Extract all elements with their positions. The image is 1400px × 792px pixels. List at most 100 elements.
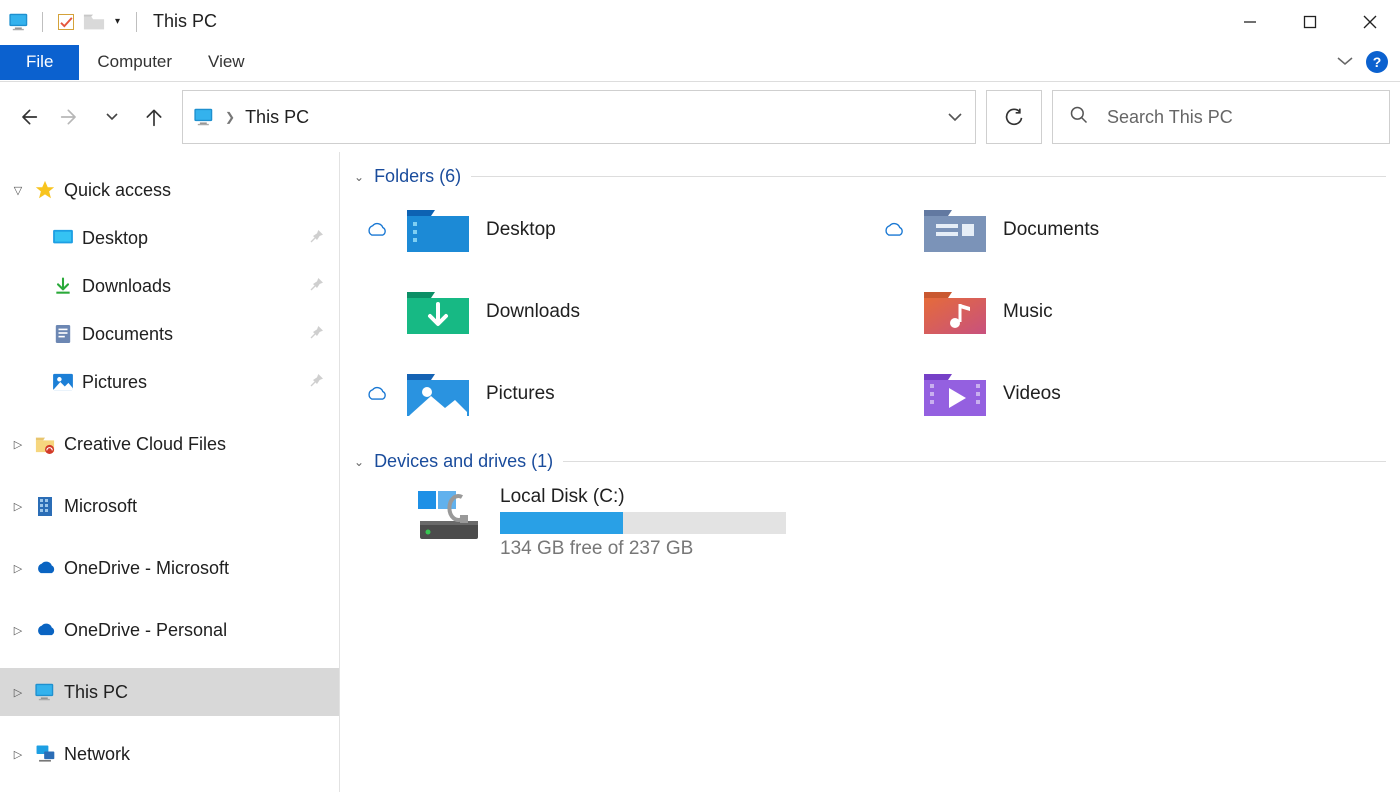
maximize-button[interactable] [1280,0,1340,44]
drive-icon [414,486,486,546]
sidebar-item-label: This PC [64,682,128,703]
refresh-button[interactable] [986,90,1042,144]
chevron-right-icon[interactable]: ▷ [10,438,26,451]
window-controls [1220,0,1400,44]
quick-access-folder-icon[interactable] [83,11,105,33]
folder-item-desktop[interactable]: Desktop [362,203,869,257]
onedrive-icon [34,619,56,641]
folder-name: Pictures [486,383,555,405]
sidebar-item-label: Microsoft [64,496,137,517]
divider [471,176,1386,177]
tab-view[interactable]: View [190,45,263,80]
chevron-down-icon[interactable]: ⌄ [354,170,364,184]
title-bar: ▾ This PC [0,0,1400,44]
sidebar-item-onedrive-personal[interactable]: ▷ OneDrive - Personal [0,606,339,654]
sidebar-item-label: Documents [82,324,173,345]
chevron-right-icon[interactable]: ▷ [10,562,26,575]
sidebar-item-documents[interactable]: Documents [0,310,339,358]
folder-name: Videos [1003,383,1061,405]
drive-free-text: 134 GB free of 237 GB [500,538,786,560]
address-history-dropdown[interactable] [935,91,975,143]
this-pc-icon [34,681,56,703]
folder-item-downloads[interactable]: Downloads [362,285,869,339]
tab-computer[interactable]: Computer [79,45,190,80]
up-button[interactable] [144,106,164,128]
address-bar[interactable]: ❯ This PC [182,90,976,144]
drive-usage-fill [500,512,623,534]
folder-item-music[interactable]: Music [879,285,1386,339]
cloud-icon [362,386,390,402]
drive-item-local-c[interactable]: Local Disk (C:) 134 GB free of 237 GB [354,476,1386,560]
forward-button[interactable] [60,106,80,128]
sidebar-item-microsoft[interactable]: ▷ Microsoft [0,482,339,530]
chevron-right-icon[interactable]: ▷ [10,500,26,513]
ribbon-expand-icon[interactable] [1336,54,1354,71]
search-box[interactable] [1052,90,1390,144]
help-button[interactable]: ? [1366,51,1388,73]
folder-item-videos[interactable]: Videos [879,367,1386,421]
quick-access-properties-icon[interactable] [55,11,77,33]
group-header-label: Folders (6) [374,166,461,187]
pin-icon [309,324,325,345]
quick-access-menu-caret-icon[interactable]: ▾ [111,16,124,27]
sidebar-item-creative-cloud[interactable]: ▷ Creative Cloud Files [0,420,339,468]
sidebar-item-label: Downloads [82,276,171,297]
minimize-button[interactable] [1220,0,1280,44]
search-icon [1069,105,1089,129]
documents-folder-icon [921,203,989,257]
pin-icon [309,228,325,249]
sidebar-item-label: OneDrive - Microsoft [64,558,229,579]
separator [42,12,43,32]
back-button[interactable] [18,106,38,128]
navigation-pane: ▽ Quick access Desktop Downloads [0,152,340,792]
drive-usage-bar [500,512,786,534]
sidebar-item-onedrive-microsoft[interactable]: ▷ OneDrive - Microsoft [0,544,339,592]
downloads-folder-icon [404,285,472,339]
sidebar-item-network[interactable]: ▷ Network [0,730,339,778]
chevron-right-icon[interactable]: ▷ [10,748,26,761]
chevron-right-icon[interactable]: ▷ [10,624,26,637]
folder-item-pictures[interactable]: Pictures [362,367,869,421]
drive-name: Local Disk (C:) [500,486,786,508]
building-icon [34,495,56,517]
group-header-devices[interactable]: ⌄ Devices and drives (1) [354,451,1386,472]
separator [136,12,137,32]
pictures-icon [52,371,74,393]
close-button[interactable] [1340,0,1400,44]
chevron-down-icon[interactable]: ⌄ [354,455,364,469]
divider [563,461,1386,462]
sidebar-quick-access[interactable]: ▽ Quick access [0,166,339,214]
chevron-down-icon[interactable]: ▽ [10,184,26,197]
search-input[interactable] [1107,107,1389,128]
folder-name: Documents [1003,219,1099,241]
sidebar-item-downloads[interactable]: Downloads [0,262,339,310]
group-header-folders[interactable]: ⌄ Folders (6) [354,166,1386,187]
history-dropdown[interactable] [102,112,122,122]
group-header-label: Devices and drives (1) [374,451,553,472]
sidebar-item-this-pc[interactable]: ▷ This PC [0,668,339,716]
desktop-folder-icon [404,203,472,257]
sidebar-item-label: Network [64,744,130,765]
folder-item-documents[interactable]: Documents [879,203,1386,257]
breadcrumb-chevron-icon[interactable]: ❯ [225,110,235,124]
pin-icon [309,372,325,393]
this-pc-icon [193,106,215,128]
documents-icon [52,323,74,345]
sidebar-item-label: Quick access [64,180,171,201]
breadcrumb-location[interactable]: This PC [245,107,309,128]
folder-name: Downloads [486,301,580,323]
download-icon [52,275,74,297]
sidebar-item-desktop[interactable]: Desktop [0,214,339,262]
creative-cloud-icon [34,433,56,455]
app-icon [8,11,30,33]
desktop-icon [52,227,74,249]
star-icon [34,179,56,201]
tab-file[interactable]: File [0,45,79,80]
sidebar-item-pictures[interactable]: Pictures [0,358,339,406]
sidebar-item-label: Pictures [82,372,147,393]
chevron-right-icon[interactable]: ▷ [10,686,26,699]
ribbon-tabs: File Computer View ? [0,44,1400,81]
folder-name: Desktop [486,219,556,241]
pin-icon [309,276,325,297]
sidebar-item-label: Creative Cloud Files [64,434,226,455]
